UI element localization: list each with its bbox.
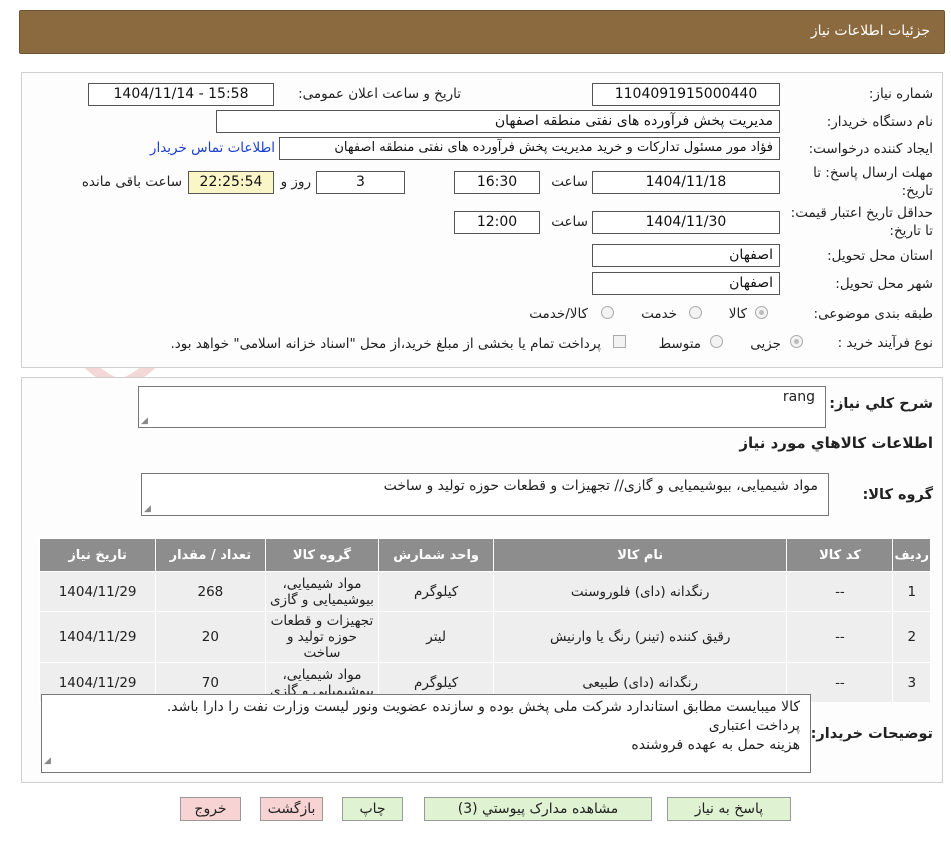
item-qty: 20 <box>155 611 266 663</box>
deadline-time-label: ساعت <box>551 174 588 190</box>
validity-date-field: 1404/11/30 <box>592 211 780 234</box>
group-label: گروه کالا: <box>862 487 933 503</box>
days-label: روز و <box>280 174 311 190</box>
buyer-note-line: کالا میبایست مطابق استاندارد شرکت ملی پخ… <box>166 699 800 715</box>
description-textarea[interactable]: rang ◢ <box>138 386 826 428</box>
item-name: رنگدانه (دای) فلوروسنت <box>492 571 788 612</box>
view-attachments-button[interactable]: مشاهده مدارک پیوستي (3) <box>424 797 652 821</box>
col-row-header: رديف <box>892 538 931 572</box>
item-unit: لیتر <box>378 611 494 663</box>
col-unit-header: واحد شمارش <box>378 538 494 572</box>
table-row: 2 -- رقیق کننده (تینر) رنگ یا وارنیش لیت… <box>38 611 931 663</box>
category-radio-service[interactable] <box>689 306 702 319</box>
announce-label: تاریخ و ساعت اعلان عمومی: <box>298 86 461 102</box>
buyer-org-field: مدیریت پخش فرآورده های نفتی منطقه اصفهان <box>216 110 780 133</box>
buyer-note-line: پرداخت اعتباری <box>708 718 800 734</box>
resize-handle-icon[interactable]: ◢ <box>144 504 151 514</box>
row-index: 3 <box>892 662 931 703</box>
group-value: مواد شیمیایی، بیوشیمیایی و گازی// تجهیزا… <box>383 478 818 494</box>
deadline-label: مهلت ارسال پاسخ: تا تاریخ: <box>813 165 933 199</box>
description-label: شرح کلي نياز: <box>829 396 933 412</box>
exit-button[interactable]: خروج <box>180 797 241 821</box>
creator-field: فؤاد مور مسئول تدارکات و خرید مدیریت پخش… <box>279 137 780 160</box>
reply-button[interactable]: پاسخ به نیاز <box>667 797 791 821</box>
page-header: جزئیات اطلاعات نیاز <box>19 10 945 54</box>
deadline-date-field: 1404/11/18 <box>592 171 780 194</box>
category-radio-goods-service[interactable] <box>601 306 614 319</box>
category-option-goods-service: کالا/خدمت <box>529 306 588 322</box>
payment-checkbox[interactable] <box>613 335 626 348</box>
col-name-header: نام کالا <box>492 538 788 572</box>
buyer-notes-label: توضیحات خریدار: <box>810 726 933 742</box>
buyer-org-label: نام دستگاه خریدار: <box>826 114 933 130</box>
item-group: تجهیزات و قطعات حوزه تولید و ساخت <box>264 611 380 663</box>
item-unit: کیلوگرم <box>378 571 494 612</box>
city-field: اصفهان <box>592 272 780 295</box>
validity-time-label: ساعت <box>551 214 588 230</box>
category-radio-goods[interactable] <box>755 306 768 319</box>
category-label: طبقه بندی موضوعی: <box>813 306 933 322</box>
col-date-header: تاريخ نياز <box>38 538 157 572</box>
buyer-note-line: هزینه حمل به عهده فروشنده <box>631 737 800 753</box>
item-name: رقیق کننده (تینر) رنگ یا وارنیش <box>492 611 788 663</box>
validity-label: حداقل تاریخ اعتبار قیمت: تا تاریخ: <box>790 205 933 239</box>
item-date: 1404/11/29 <box>38 571 157 612</box>
group-textarea[interactable]: مواد شیمیایی، بیوشیمیایی و گازی// تجهیزا… <box>141 473 829 516</box>
col-code-header: کد کالا <box>786 538 894 572</box>
item-code: -- <box>786 611 894 663</box>
province-label: استان محل تحویل: <box>827 248 933 264</box>
row-index: 1 <box>892 571 931 612</box>
item-date: 1404/11/29 <box>38 611 157 663</box>
description-value: rang <box>782 389 815 405</box>
col-group-header: گروه کالا <box>264 538 380 572</box>
row-index: 2 <box>892 611 931 663</box>
process-radio-medium[interactable] <box>710 335 723 348</box>
remaining-time-field: 22:25:54 <box>188 171 274 194</box>
item-qty: 268 <box>155 571 266 612</box>
creator-label: ایجاد کننده درخواست: <box>808 141 933 157</box>
city-label: شهر محل تحویل: <box>835 276 933 292</box>
table-row: 1 -- رنگدانه (دای) فلوروسنت کیلوگرم مواد… <box>38 571 931 612</box>
process-option-minor: جزیی <box>750 336 781 352</box>
item-group: مواد شیمیایی، بیوشیمیایی و گازی <box>264 571 380 612</box>
deadline-time-field: 16:30 <box>454 171 540 194</box>
col-qty-header: تعداد / مقدار <box>155 538 266 572</box>
process-radio-minor[interactable] <box>790 335 803 348</box>
item-code: -- <box>786 571 894 612</box>
payment-note: پرداخت تمام یا بخشی از مبلغ خرید،از محل … <box>170 336 601 352</box>
process-label: نوع فرآیند خرید : <box>837 335 933 351</box>
resize-handle-icon[interactable]: ◢ <box>141 416 148 426</box>
category-option-goods: کالا <box>728 306 747 322</box>
page-title: جزئیات اطلاعات نیاز <box>810 23 930 39</box>
days-field: 3 <box>316 171 405 194</box>
resize-handle-icon[interactable]: ◢ <box>44 752 51 771</box>
items-section-title: اطلاعات کالاهاي مورد نياز <box>739 434 933 452</box>
province-field: اصفهان <box>592 244 780 267</box>
print-button[interactable]: چاپ <box>342 797 403 821</box>
validity-time-field: 12:00 <box>454 211 540 234</box>
announce-field: 1404/11/14 - 15:58 <box>88 83 274 106</box>
remaining-label: ساعت باقی مانده <box>81 174 182 190</box>
contact-buyer-link[interactable]: اطلاعات تماس خریدار <box>150 140 275 156</box>
category-option-service: خدمت <box>641 306 677 322</box>
process-option-medium: متوسط <box>658 336 701 352</box>
need-number-label: شماره نیاز: <box>868 86 933 102</box>
table-header-row: رديف کد کالا نام کالا واحد شمارش گروه کا… <box>38 538 931 572</box>
back-button[interactable]: بازگشت <box>260 797 323 821</box>
buyer-notes-textarea[interactable]: کالا میبایست مطابق استاندارد شرکت ملی پخ… <box>41 694 811 773</box>
items-table: رديف کد کالا نام کالا واحد شمارش گروه کا… <box>38 538 931 703</box>
need-number-field: 1104091915000440 <box>592 83 780 106</box>
